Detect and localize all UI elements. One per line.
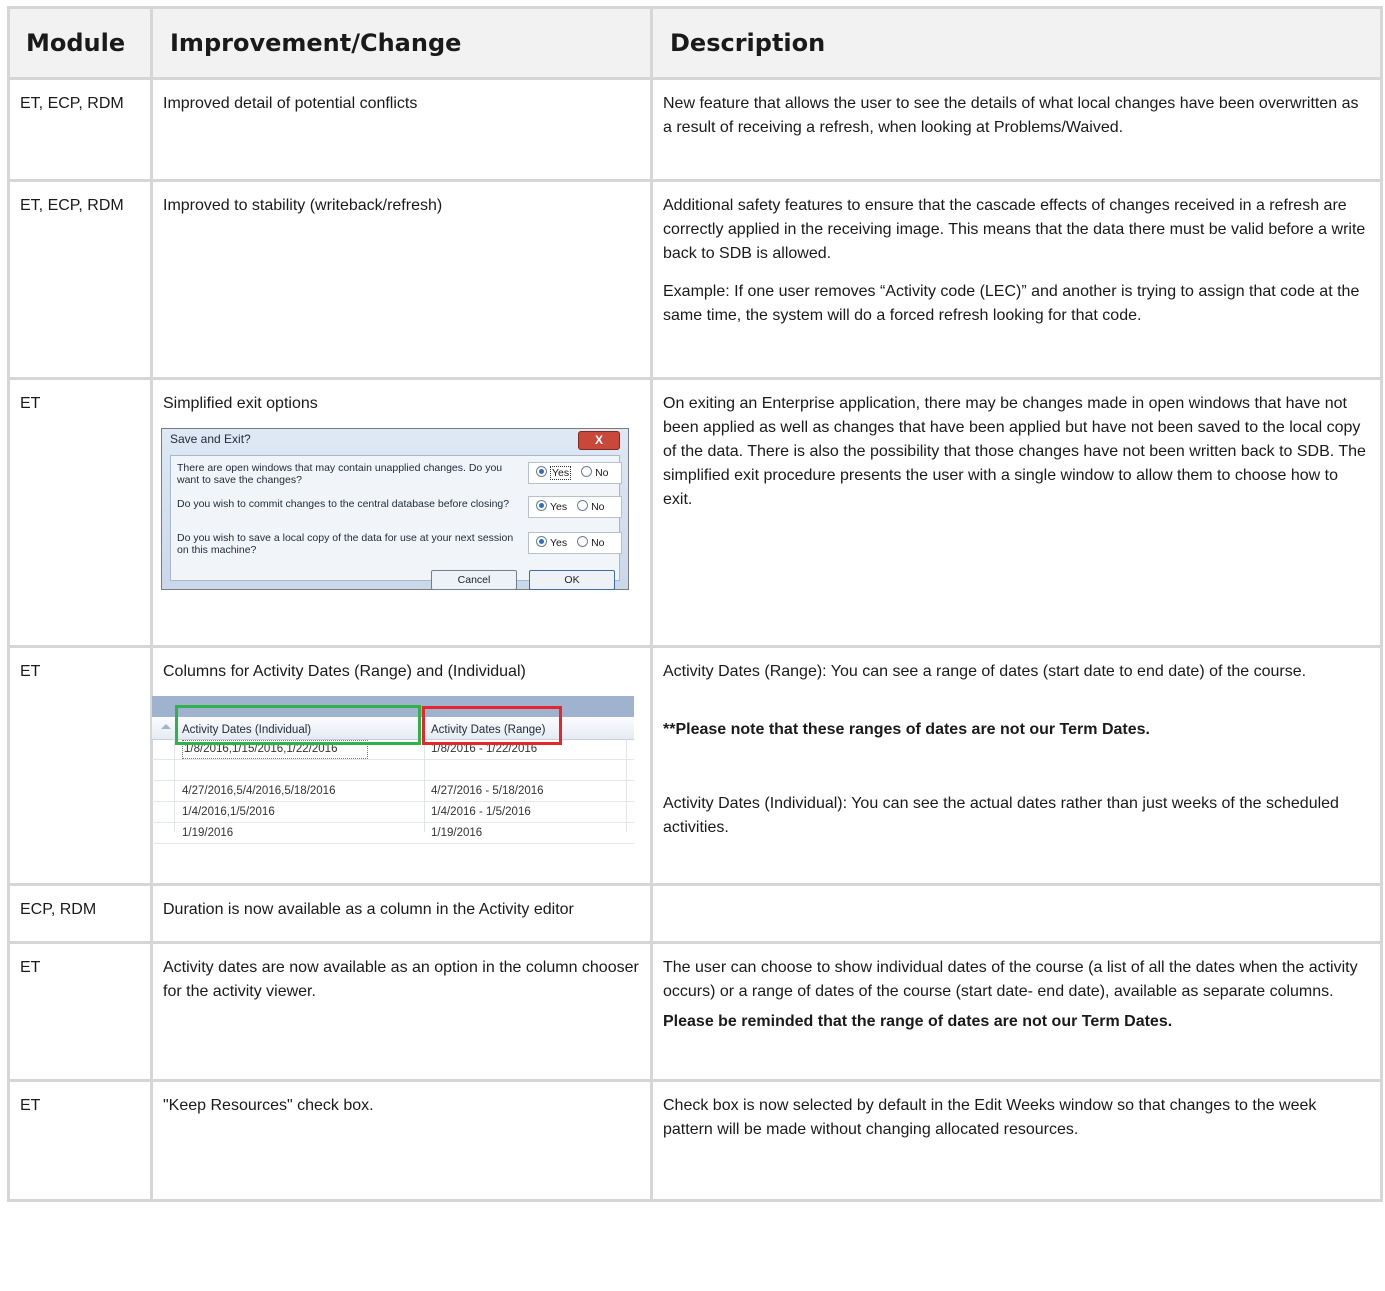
description-text: The user can choose to show individual d… xyxy=(663,959,1358,1000)
description-cell: The user can choose to show individual d… xyxy=(650,941,1383,1082)
activity-dates-grid-screenshot: Activity Dates (Individual) Activity Dat… xyxy=(152,696,634,844)
radio-yes-icon xyxy=(536,466,547,477)
grid-row: 1/19/2016 1/19/2016 xyxy=(152,823,634,844)
close-icon: X xyxy=(578,431,620,450)
yes-no-choice: Yes No xyxy=(528,462,622,484)
table-row: ET, ECP, RDM Improved detail of potentia… xyxy=(7,77,1383,182)
dialog-title: Save and Exit? xyxy=(170,432,251,446)
dialog-question: Do you wish to commit changes to the cen… xyxy=(177,498,510,510)
table-row: ET "Keep Resources" check box. Check box… xyxy=(7,1079,1383,1202)
dialog-ok-button: OK xyxy=(529,570,615,590)
description-text: On exiting an Enterprise application, th… xyxy=(663,395,1366,508)
dialog-question: There are open windows that may contain … xyxy=(177,462,503,486)
green-highlight-box xyxy=(175,705,421,745)
radio-no-icon xyxy=(577,536,589,547)
description-text: Activity Dates (Individual): You can see… xyxy=(663,795,1339,836)
change-cell: Activity dates are now available as an o… xyxy=(150,941,653,1082)
description-example: Example: If one user removes “Activity c… xyxy=(663,283,1360,324)
header-module: Module xyxy=(7,6,153,80)
radio-no-icon xyxy=(581,466,593,477)
change-text: Simplified exit options xyxy=(163,395,318,412)
radio-yes-icon xyxy=(536,500,547,511)
change-cell: Improved detail of potential conflicts xyxy=(150,77,653,182)
table-row: ET Columns for Activity Dates (Range) an… xyxy=(7,645,1383,886)
description-cell xyxy=(650,883,1383,944)
table-row: ET, ECP, RDM Improved to stability (writ… xyxy=(7,179,1383,380)
change-cell: "Keep Resources" check box. xyxy=(150,1079,653,1202)
module-cell: ECP, RDM xyxy=(7,883,153,944)
table-row: ECP, RDM Duration is now available as a … xyxy=(7,883,1383,944)
description-cell: Additional safety features to ensure tha… xyxy=(650,179,1383,380)
yes-no-choice: Yes No xyxy=(528,532,622,554)
header-change: Improvement/Change xyxy=(150,6,653,80)
changes-table: Module Improvement/Change Description ET… xyxy=(7,6,1383,1202)
module-cell: ET xyxy=(7,941,153,1082)
header-row: Module Improvement/Change Description xyxy=(7,6,1383,80)
description-cell: On exiting an Enterprise application, th… xyxy=(650,377,1383,648)
module-cell: ET xyxy=(7,1079,153,1202)
yes-no-choice: Yes No xyxy=(528,496,622,518)
module-cell: ET, ECP, RDM xyxy=(7,179,153,380)
module-cell: ET, ECP, RDM xyxy=(7,77,153,182)
change-cell: Columns for Activity Dates (Range) and (… xyxy=(150,645,653,886)
radio-no-icon xyxy=(577,500,589,511)
description-text: Check box is now selected by default in … xyxy=(663,1097,1317,1138)
description-text: Additional safety features to ensure tha… xyxy=(663,197,1366,262)
radio-yes-icon xyxy=(536,536,547,547)
module-cell: ET xyxy=(7,377,153,648)
dialog-question: Do you wish to save a local copy of the … xyxy=(177,532,514,556)
description-cell: New feature that allows the user to see … xyxy=(650,77,1383,182)
description-note: **Please note that these ranges of dates… xyxy=(663,721,1150,738)
description-text: Activity Dates (Range): You can see a ra… xyxy=(663,663,1307,680)
grid-row: 1/4/2016,1/5/2016 1/4/2016 - 1/5/2016 xyxy=(152,802,634,823)
description-text: New feature that allows the user to see … xyxy=(663,95,1359,136)
change-cell: Simplified exit options Save and Exit? X… xyxy=(150,377,653,648)
grid-row xyxy=(152,760,634,781)
table-row: ET Simplified exit options Save and Exit… xyxy=(7,377,1383,648)
dialog-body: There are open windows that may contain … xyxy=(170,455,622,590)
header-description: Description xyxy=(650,6,1383,80)
dialog-cancel-button: Cancel xyxy=(431,570,517,590)
sort-arrow-icon xyxy=(161,724,171,729)
save-exit-dialog-screenshot: Save and Exit? X There are open windows … xyxy=(161,428,629,590)
grid-row: 4/27/2016,5/4/2016,5/18/2016 4/27/2016 - … xyxy=(152,781,634,802)
description-note: Please be reminded that the range of dat… xyxy=(663,1013,1173,1030)
change-cell: Improved to stability (writeback/refresh… xyxy=(150,179,653,380)
module-cell: ET xyxy=(7,645,153,886)
description-cell: Check box is now selected by default in … xyxy=(650,1079,1383,1202)
change-text: Columns for Activity Dates (Range) and (… xyxy=(163,663,526,680)
change-cell: Duration is now available as a column in… xyxy=(150,883,653,944)
description-cell: Activity Dates (Range): You can see a ra… xyxy=(650,645,1383,886)
table-row: ET Activity dates are now available as a… xyxy=(7,941,1383,1082)
red-highlight-box xyxy=(422,706,562,745)
